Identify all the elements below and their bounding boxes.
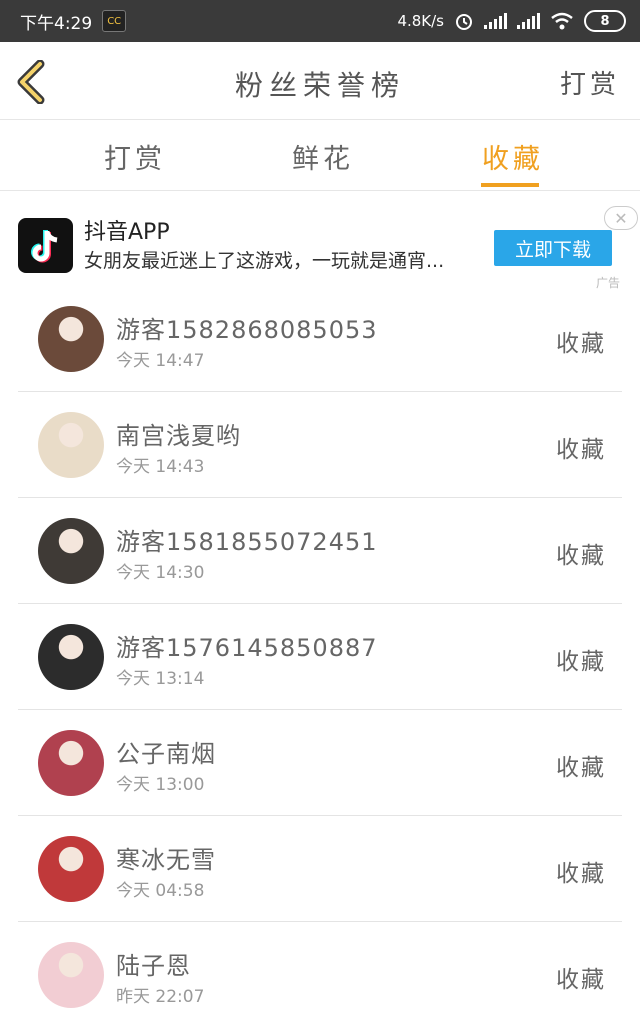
action-label: 收藏 <box>556 755 606 781</box>
user-name: 寒冰无雪 <box>116 846 216 874</box>
list-item[interactable]: 游客1582868085053 今天 14:47 收藏 <box>18 286 622 392</box>
timestamp: 今天 13:00 <box>116 775 205 795</box>
list-item[interactable]: 公子南烟 今天 13:00 收藏 <box>18 710 622 816</box>
timestamp: 今天 14:43 <box>116 457 205 477</box>
user-name: 南宫浅夏哟 <box>116 422 241 450</box>
avatar <box>38 624 104 690</box>
avatar <box>38 518 104 584</box>
net-speed: 4.8K/s <box>397 12 444 30</box>
ad-banner[interactable]: 抖音APP 女朋友最近迷上了这游戏，一玩就是通宵... ✕ 立即下载 广告 <box>0 192 640 292</box>
top-bar: 粉丝荣誉榜 打赏 <box>0 42 640 120</box>
alarm-icon <box>456 14 472 30</box>
user-name: 公子南烟 <box>116 740 216 768</box>
action-label: 收藏 <box>556 649 606 675</box>
tab-favorites[interactable]: 收藏 <box>482 137 544 176</box>
app-notification-icon: CC <box>102 10 127 32</box>
user-name: 游客1581855072451 <box>116 528 378 556</box>
user-name: 游客1582868085053 <box>116 316 378 344</box>
list-item[interactable]: 陆子恩 昨天 22:07 收藏 <box>18 922 622 1028</box>
action-label: 收藏 <box>556 437 606 463</box>
tab-flowers[interactable]: 鲜花 <box>292 137 354 176</box>
tab-reward[interactable]: 打赏 <box>104 137 166 176</box>
status-time: 下午4:29 <box>20 13 93 34</box>
page-title: 粉丝荣誉榜 <box>234 69 405 102</box>
list-item[interactable]: 寒冰无雪 今天 04:58 收藏 <box>18 816 622 922</box>
timestamp: 今天 14:30 <box>116 563 205 583</box>
signal-icon <box>484 13 507 29</box>
reward-button[interactable]: 打赏 <box>560 64 620 101</box>
list-item[interactable]: 南宫浅夏哟 今天 14:43 收藏 <box>18 392 622 498</box>
timestamp: 昨天 22:07 <box>116 987 205 1007</box>
active-tab-indicator <box>481 183 539 187</box>
user-name: 陆子恩 <box>116 952 191 980</box>
timestamp: 今天 14:47 <box>116 351 205 371</box>
list-item[interactable]: 游客1581855072451 今天 14:30 收藏 <box>18 498 622 604</box>
battery-indicator: 8 <box>584 10 626 32</box>
wifi-icon <box>551 12 573 30</box>
timestamp: 今天 04:58 <box>116 881 205 901</box>
ad-description: 女朋友最近迷上了这游戏，一玩就是通宵... <box>84 250 445 272</box>
action-label: 收藏 <box>556 861 606 887</box>
avatar <box>38 412 104 478</box>
user-name: 游客1576145850887 <box>116 634 378 662</box>
avatar <box>38 306 104 372</box>
fan-list: 游客1582868085053 今天 14:47 收藏 南宫浅夏哟 今天 14:… <box>18 286 622 1028</box>
avatar <box>38 836 104 902</box>
signal-icon-2 <box>517 13 540 29</box>
list-item[interactable]: 游客1576145850887 今天 13:14 收藏 <box>18 604 622 710</box>
ad-download-button[interactable]: 立即下载 <box>494 230 612 266</box>
timestamp: 今天 13:14 <box>116 669 205 689</box>
avatar <box>38 730 104 796</box>
tiktok-logo-icon <box>18 218 73 273</box>
avatar <box>38 942 104 1008</box>
ad-title: 抖音APP <box>84 220 170 245</box>
tab-bar: 打赏 鲜花 收藏 <box>0 121 640 191</box>
ad-close-button[interactable]: ✕ <box>604 206 638 230</box>
action-label: 收藏 <box>556 967 606 993</box>
status-bar: 下午4:29 CC 4.8K/s 8 <box>0 0 640 42</box>
action-label: 收藏 <box>556 331 606 357</box>
action-label: 收藏 <box>556 543 606 569</box>
